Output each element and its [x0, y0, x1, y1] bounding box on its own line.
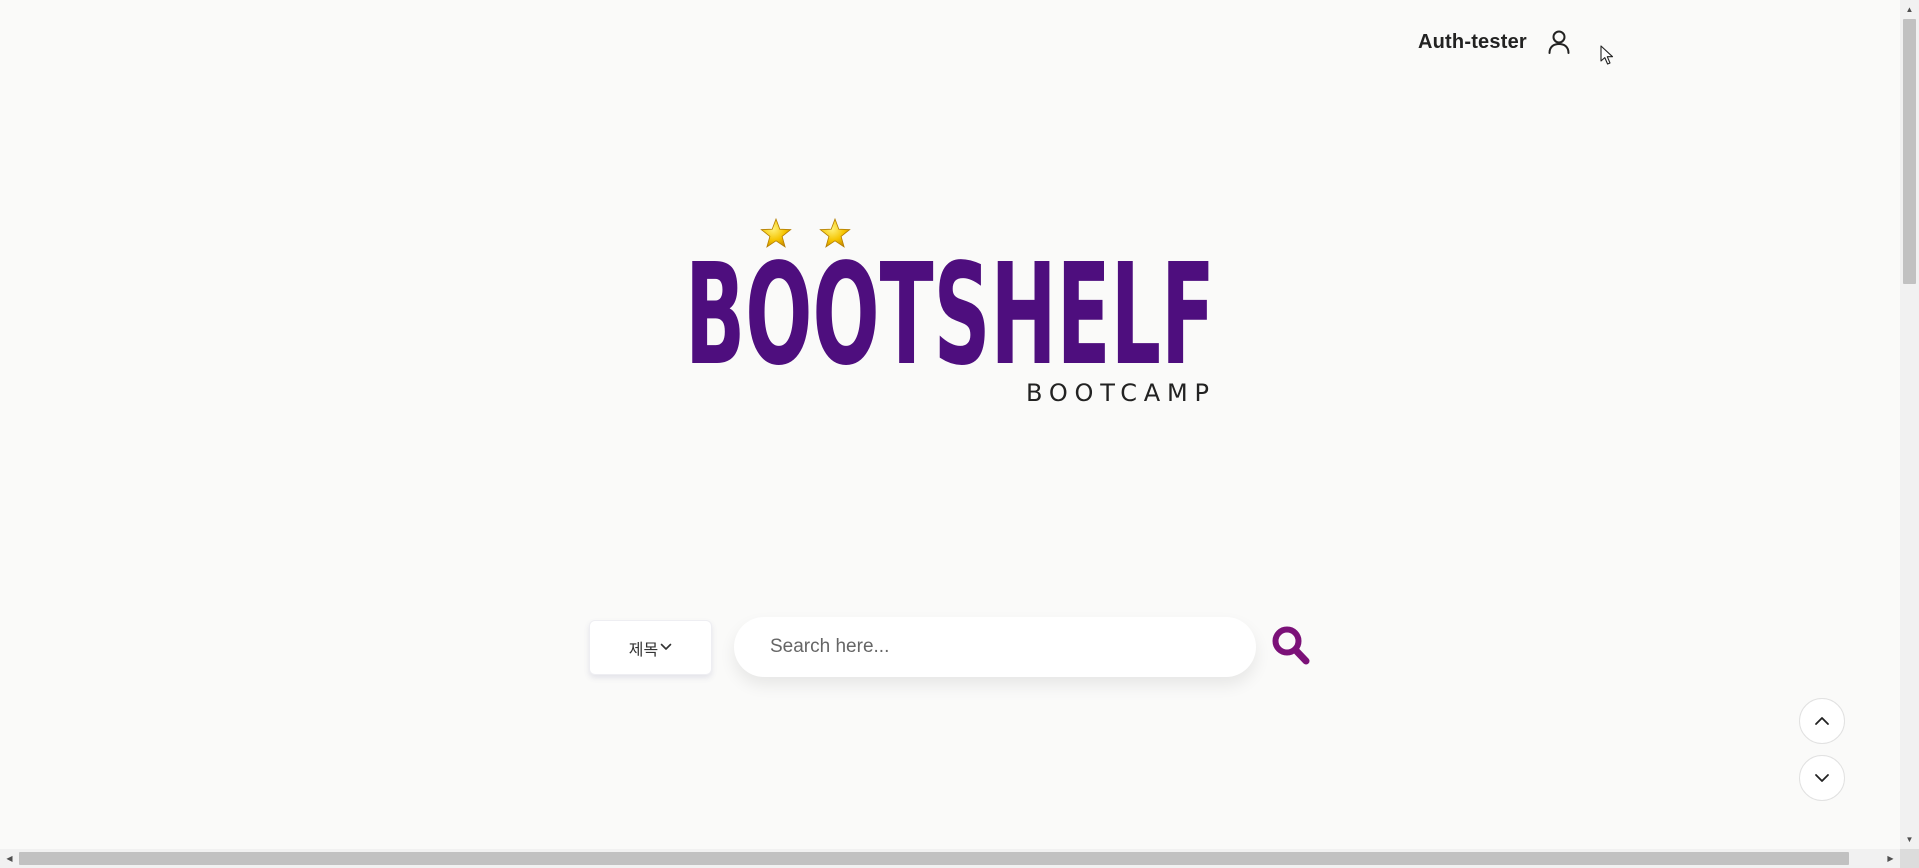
bootshelf-logo[interactable]: BOOTSHELF BOOTCAMP: [681, 215, 1221, 415]
scrollbar-up-arrow-icon[interactable]: ▲: [1900, 1, 1919, 18]
logo-wordmark: BOOTSHELF: [685, 234, 1215, 397]
search-input[interactable]: [734, 617, 1256, 677]
scrollbar-down-arrow-icon[interactable]: ▼: [1900, 831, 1919, 848]
user-icon[interactable]: [1545, 28, 1573, 56]
horizontal-scrollbar-thumb[interactable]: [19, 852, 1849, 865]
username[interactable]: Auth-tester: [1418, 31, 1527, 54]
chevron-down-icon: [1815, 774, 1829, 782]
mouse-cursor-icon: [1600, 45, 1614, 71]
scrollbar-corner: [1900, 849, 1919, 868]
search-box: [734, 617, 1256, 677]
user-area: Auth-tester: [1418, 28, 1573, 56]
scrollbar-right-arrow-icon[interactable]: ▶: [1882, 849, 1899, 868]
search-category-label: 제목: [628, 641, 659, 659]
search-category-select[interactable]: 제목: [589, 620, 712, 675]
horizontal-scrollbar[interactable]: ◀ ▶: [0, 849, 1900, 868]
scrollbar-left-arrow-icon[interactable]: ◀: [1, 849, 18, 868]
search-icon: [1272, 626, 1310, 665]
chevron-up-icon: [1815, 717, 1829, 725]
scroll-to-bottom-button[interactable]: [1799, 755, 1845, 801]
chevron-down-icon: [660, 639, 672, 657]
vertical-scrollbar[interactable]: ▲ ▼: [1900, 0, 1919, 849]
vertical-scrollbar-thumb[interactable]: [1903, 19, 1916, 284]
scroll-to-top-button[interactable]: [1799, 698, 1845, 744]
search-button[interactable]: [1271, 625, 1311, 667]
